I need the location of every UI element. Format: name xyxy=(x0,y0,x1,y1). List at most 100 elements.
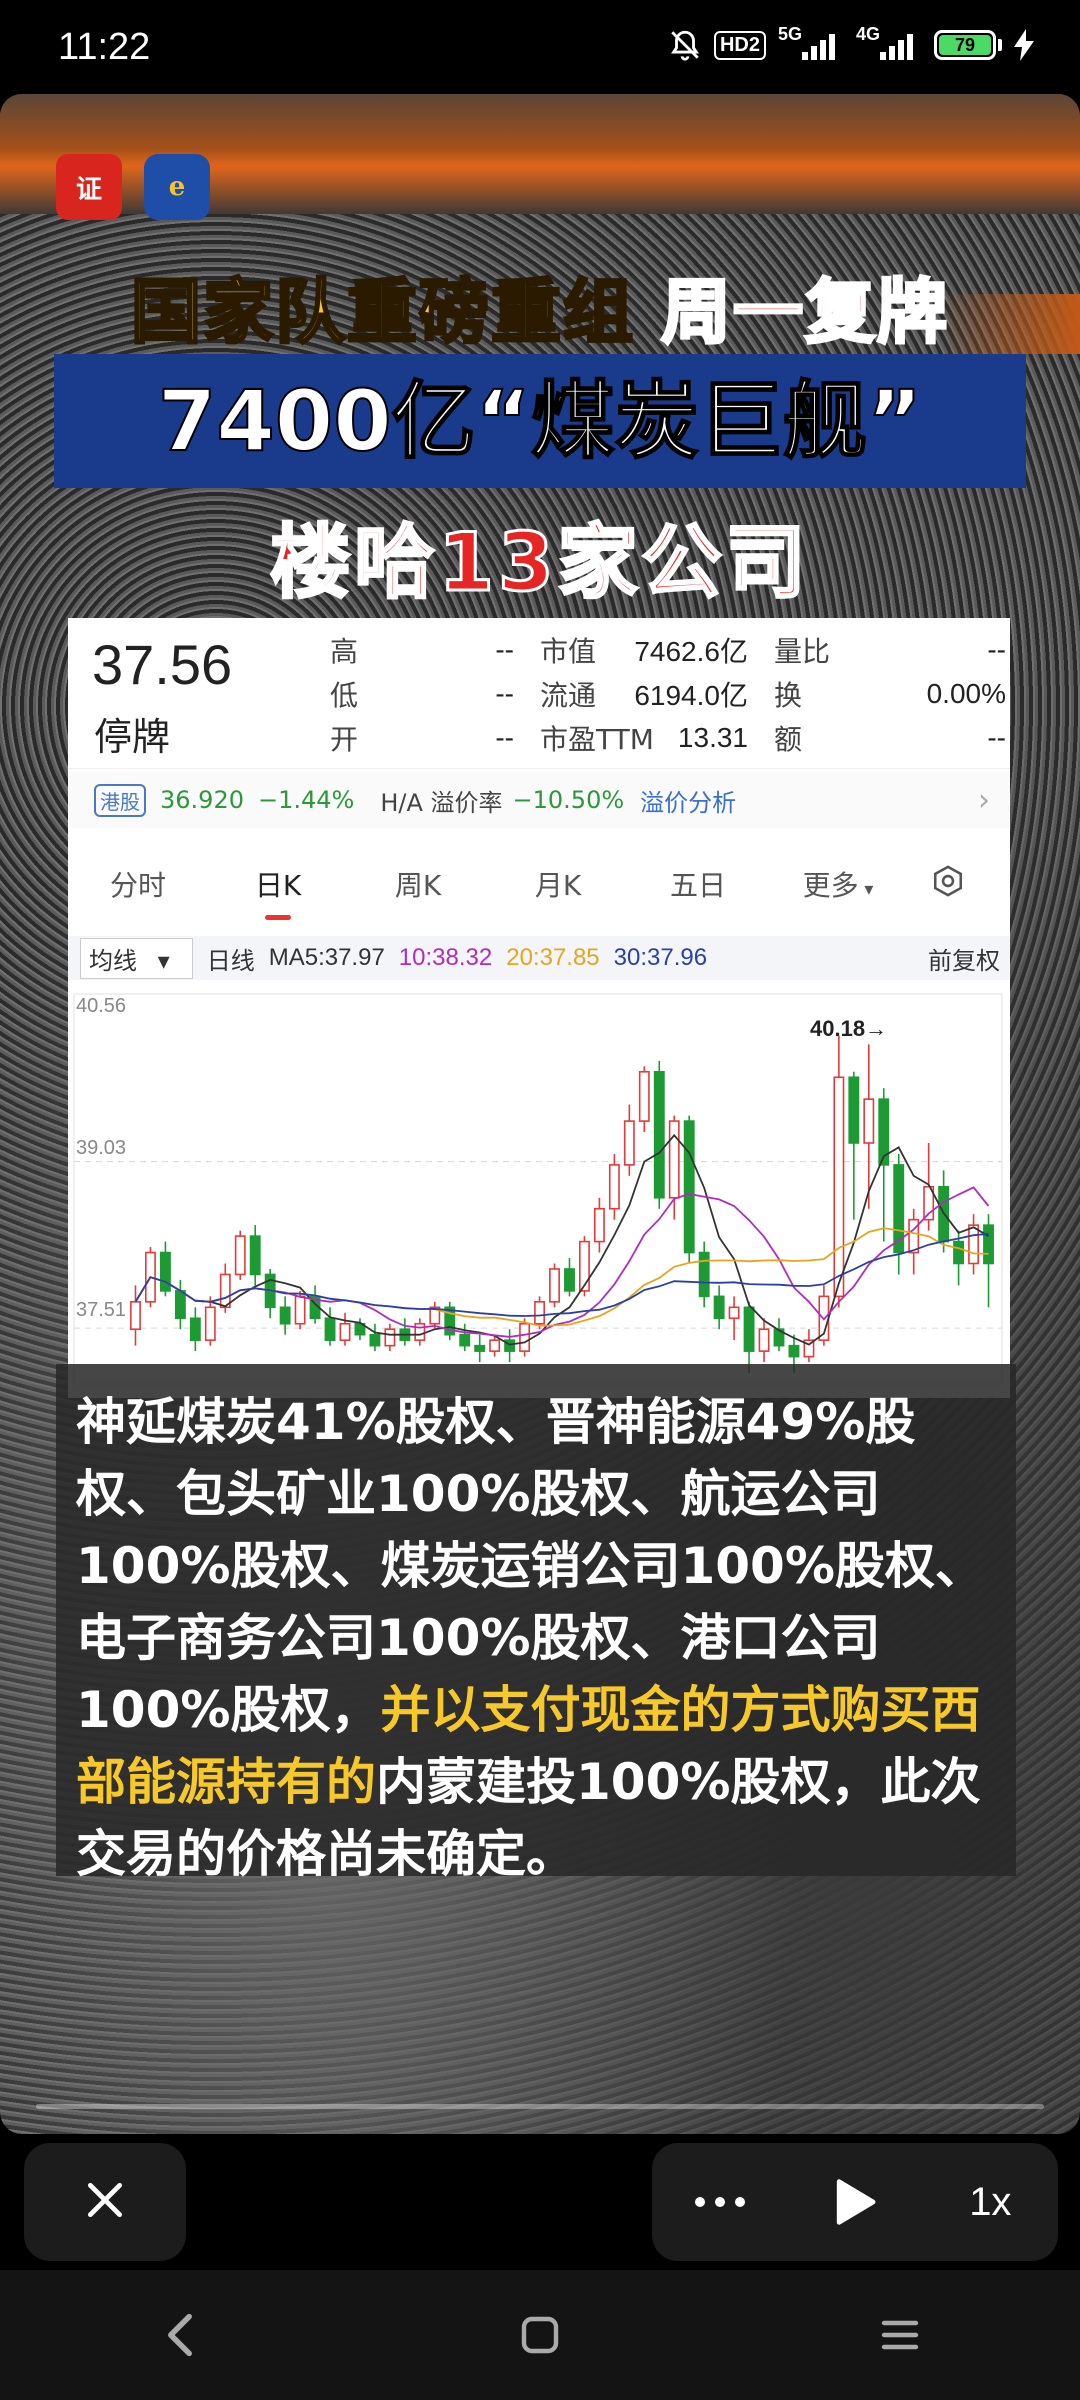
candle-body xyxy=(758,1328,770,1352)
candle-body xyxy=(324,1317,336,1341)
more-options-button[interactable] xyxy=(670,2152,770,2252)
candle-body xyxy=(908,1218,920,1254)
candle-body xyxy=(549,1268,560,1303)
metric-label: 高 xyxy=(330,635,359,668)
signal-5g-icon: 5G xyxy=(778,24,844,62)
candle-body xyxy=(728,1306,740,1320)
premium-value: −10.50% xyxy=(512,786,625,814)
candle-body xyxy=(983,1224,994,1265)
video-progress-bar[interactable] xyxy=(36,2104,1044,2109)
ma-dropdown-label: 均线 xyxy=(89,947,137,975)
candle-body xyxy=(294,1295,306,1325)
candle-body xyxy=(219,1273,231,1309)
y-tick-label: 40.56 xyxy=(76,995,126,1017)
nav-back-button[interactable] xyxy=(120,2285,240,2385)
candle-body xyxy=(668,1120,680,1199)
quote-header: 37.56 停牌 高 -- 市值 7462.6亿 量比 -- 低 -- 流通 6194.0… xyxy=(68,618,1010,769)
metric-value: -- xyxy=(987,722,1006,753)
candle-body xyxy=(564,1268,575,1292)
metric-value: -- xyxy=(495,634,514,665)
candle-body xyxy=(623,1120,635,1166)
candle-body xyxy=(279,1306,291,1325)
metric-value: -- xyxy=(987,634,1006,665)
ma30-value: 30:37.96 xyxy=(613,944,708,971)
candle-body xyxy=(174,1290,186,1320)
e-company-logo: e xyxy=(144,154,210,220)
player-control-group: 1x xyxy=(652,2143,1058,2261)
video-player[interactable]: 证 e 国家队重磅重组 周一复牌 7400亿“煤炭巨舰” 楼哈13家公司 37.5… xyxy=(0,94,1080,2134)
close-button[interactable] xyxy=(24,2143,186,2261)
adjust-mode[interactable]: 前复权 xyxy=(928,941,1000,976)
system-nav-bar xyxy=(0,2270,1080,2400)
moving-average-bar: 均线 ▾ 日线 MA5:37.97 10:38.32 20:37.85 30:3… xyxy=(68,936,1010,980)
ma-period: 日线 xyxy=(206,947,255,975)
tab-more-label: 更多 xyxy=(802,869,859,902)
hk-premium-bar: 港股 36.920 −1.44% H/A 溢价率 −10.50% 溢价分析 › xyxy=(68,772,1010,828)
headline-line2: 7400亿“煤炭巨舰” xyxy=(54,354,1026,488)
premium-analysis-link[interactable]: 溢价分析 xyxy=(640,783,736,818)
candle-body xyxy=(593,1207,605,1243)
ma10-value: 10:38.32 xyxy=(398,944,493,971)
metric-label: 额 xyxy=(774,723,803,756)
candle-body xyxy=(189,1317,201,1341)
candle-body xyxy=(234,1235,246,1276)
candle-body xyxy=(369,1333,381,1347)
ma-dropdown[interactable]: 均线 ▾ xyxy=(80,937,193,979)
y-tick-label: 39.03 xyxy=(76,1137,126,1159)
metric-label: 市值 xyxy=(540,635,597,668)
candle-body xyxy=(743,1306,755,1352)
candle-body xyxy=(414,1322,426,1341)
nav-menu-button[interactable] xyxy=(840,2285,960,2385)
headline-line1-b: 周一复牌 xyxy=(660,270,949,355)
tab-weekly-k[interactable]: 周K xyxy=(348,864,488,904)
metric-label: 换 xyxy=(774,679,803,712)
ma30-line xyxy=(134,1233,989,1317)
metric-label: 量比 xyxy=(774,635,831,668)
metric-label: 低 xyxy=(330,679,359,712)
menu-lines-icon xyxy=(881,2320,919,2350)
stock-quote-card: 37.56 停牌 高 -- 市值 7462.6亿 量比 -- 低 -- 流通 6194.0… xyxy=(68,618,1010,1398)
candle-body xyxy=(130,1301,141,1331)
hk-tag: 港股 xyxy=(94,783,146,817)
nav-home-button[interactable] xyxy=(480,2285,600,2385)
hk-price: 36.920 xyxy=(160,786,244,814)
chevron-right-icon[interactable]: › xyxy=(978,783,990,818)
subtitle-caption: 神延煤炭41%股权、晋神能源49%股权、包头矿业100%股权、航运公司100%股… xyxy=(56,1364,1016,1883)
net1-label: 5G xyxy=(778,24,803,44)
candle-body xyxy=(953,1240,965,1265)
play-icon xyxy=(836,2179,876,2225)
metric-value: 6194.0亿 xyxy=(634,680,748,711)
caret-down-icon: ▾ xyxy=(858,879,874,900)
tab-monthly-k[interactable]: 月K xyxy=(488,864,628,904)
kline-chart[interactable]: 40.56 39.03 37.51 40.18→ xyxy=(68,984,1010,1398)
status-bar: 11:22 HD2 5G 4G 79 xyxy=(0,0,1080,96)
candle-body xyxy=(339,1322,351,1341)
caret-down-icon: ▾ xyxy=(151,947,170,975)
tab-more[interactable]: 更多 ▾ xyxy=(768,864,908,904)
metric-label: 开 xyxy=(330,723,359,756)
candle-body xyxy=(249,1235,261,1276)
candle-body xyxy=(833,1076,845,1298)
tab-intraday[interactable]: 分时 xyxy=(68,864,208,904)
tab-five-day[interactable]: 五日 xyxy=(628,864,768,904)
headline-line1: 国家队重磅重组 周一复牌 xyxy=(0,256,1080,357)
charging-icon xyxy=(1014,29,1034,61)
candle-body xyxy=(534,1301,545,1325)
tab-daily-k[interactable]: 日K xyxy=(208,864,348,920)
settings-hexagon-icon[interactable] xyxy=(908,864,988,905)
quote-metrics: 高 -- 市值 7462.6亿 量比 -- 低 -- 流通 6194.0亿 换 0.00% … xyxy=(330,628,1006,760)
stock-price: 37.56 xyxy=(92,633,233,696)
candle-body xyxy=(683,1120,695,1254)
playback-speed-button[interactable]: 1x xyxy=(940,2152,1040,2252)
metric-value: 7462.6亿 xyxy=(634,636,748,667)
play-button[interactable] xyxy=(805,2152,905,2252)
candle-body xyxy=(204,1306,216,1341)
candle-body xyxy=(489,1339,501,1352)
headline-line3: 楼哈13家公司 xyxy=(269,515,810,611)
candle-body xyxy=(848,1076,860,1144)
hd-voice-icon: HD2 xyxy=(713,30,766,60)
candle-body xyxy=(384,1328,396,1347)
candle-body xyxy=(459,1333,471,1347)
ma20-value: 20:37.85 xyxy=(506,944,600,971)
metric-value: 0.00% xyxy=(926,678,1006,709)
